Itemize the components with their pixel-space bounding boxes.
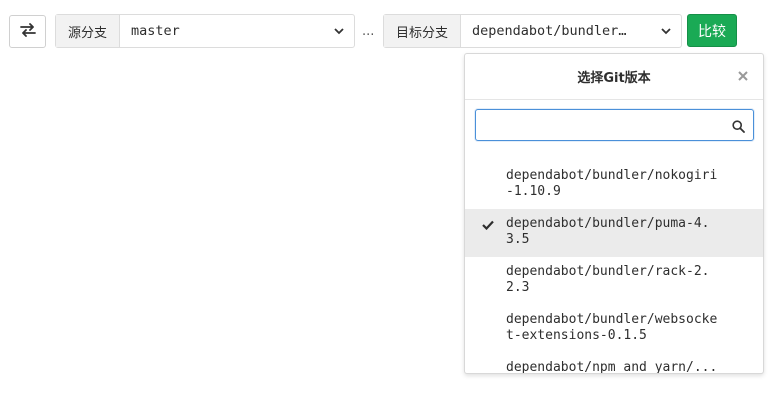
target-branch-label: 目标分支 [384,15,462,47]
list-item-label: dependabot/bundler/rack-2.2.3 [506,264,710,295]
source-branch-label: 源分支 [56,15,121,47]
dropdown-header: 选择Git版本 [465,54,763,100]
source-branch-select[interactable]: master [120,15,354,47]
branch-separator: ... [362,24,375,39]
chevron-down-icon [334,23,344,39]
revision-search-field [475,109,754,141]
list-item-label: dependabot/bundler/websocket-extensions-… [506,312,718,343]
list-item-label: dependabot/bundler/nokogiri-1.10.9 [506,168,718,199]
target-branch-select[interactable]: dependabot/bundler… [461,15,681,47]
list-item[interactable]: dependabot/bundler/rack-2.2.3 [465,257,763,305]
compare-button[interactable]: 比较 [687,14,737,47]
list-item[interactable]: dependabot/bundler/nokogiri-1.10.9 [465,161,763,209]
search-icon [732,118,745,137]
revision-list: dependabot/bundler/nokogiri-1.10.9 depen… [465,161,763,374]
git-revision-dropdown: 选择Git版本 dependabot/bundler/nokogiri-1.10… [464,53,764,374]
list-item[interactable]: dependabot/bundler/websocket-extensions-… [465,305,763,353]
target-branch-value: dependabot/bundler… [472,23,627,39]
source-branch-group: 源分支 master [55,14,355,48]
revision-search-input[interactable] [476,110,721,140]
target-branch-group: 目标分支 dependabot/bundler… [383,14,682,48]
check-icon [482,219,494,235]
list-item-label: dependabot/bundler/puma-4.3.5 [506,216,710,247]
list-item[interactable]: dependabot/bundler/puma-4.3.5 [465,209,763,257]
swap-branches-button[interactable] [9,15,46,48]
source-branch-value: master [131,23,180,39]
chevron-down-icon [661,23,671,39]
swap-arrows-icon [19,22,36,41]
list-item[interactable]: dependabot/npm_and_yarn/... [465,353,763,374]
close-icon[interactable] [736,69,750,83]
list-item-label: dependabot/npm_and_yarn/... [506,360,718,374]
dropdown-title: 选择Git版本 [577,71,651,86]
